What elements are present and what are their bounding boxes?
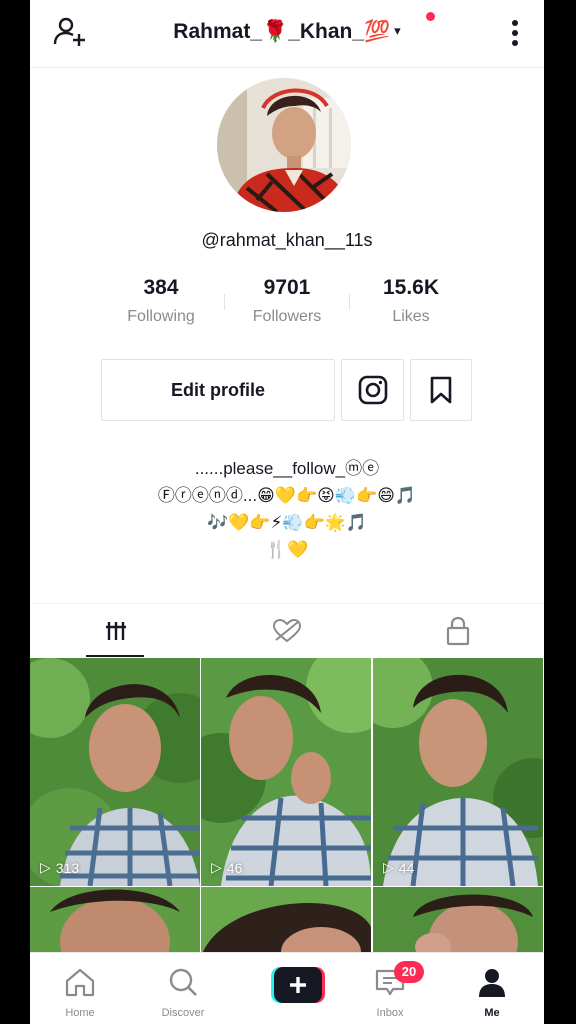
view-count: ▷ 313 bbox=[40, 859, 79, 876]
grid-icon bbox=[105, 622, 126, 640]
bottom-nav: Home Discover 20 Inbox Me bbox=[30, 952, 544, 1024]
tab-liked[interactable] bbox=[201, 604, 372, 658]
play-icon: ▷ bbox=[211, 859, 222, 875]
notification-dot bbox=[426, 12, 435, 21]
video-thumbnail[interactable]: ▷ 313 bbox=[30, 658, 200, 886]
view-count-value: 44 bbox=[398, 859, 415, 876]
nav-discover[interactable]: Discover bbox=[133, 953, 233, 1024]
lock-icon bbox=[446, 616, 469, 646]
liked-hidden-icon bbox=[272, 618, 301, 643]
active-tab-indicator bbox=[86, 655, 144, 657]
tab-private[interactable] bbox=[372, 604, 543, 658]
username-title[interactable]: Rahmat_🌹_Khan_💯 ▾ bbox=[30, 20, 544, 44]
bio-line: ......please__follow_ⓜⓔ bbox=[194, 459, 380, 478]
search-icon bbox=[169, 968, 197, 996]
stat-likes[interactable]: 15.6K Likes bbox=[351, 276, 471, 326]
video-thumbnail[interactable] bbox=[373, 887, 543, 957]
nav-inbox[interactable]: 20 Inbox bbox=[340, 953, 440, 1024]
play-icon: ▷ bbox=[40, 859, 51, 875]
bio-line: 🎶💛👉⚡💨👉🌟🎵 bbox=[206, 513, 368, 532]
view-count-value: 313 bbox=[55, 859, 80, 876]
stat-divider bbox=[224, 294, 225, 310]
content-tabs bbox=[30, 603, 544, 657]
nav-me-label: Me bbox=[484, 1007, 500, 1019]
profile-icon bbox=[479, 969, 505, 997]
nav-home[interactable]: Home bbox=[30, 953, 130, 1024]
stat-following[interactable]: 384 Following bbox=[101, 276, 221, 326]
more-vertical-icon[interactable] bbox=[508, 16, 522, 50]
stats-row: 384 Following 9701 Followers 15.6K Likes bbox=[90, 276, 470, 336]
tab-videos[interactable] bbox=[30, 604, 201, 658]
play-icon: ▷ bbox=[383, 859, 394, 875]
profile-handle: @rahmat_khan__11s bbox=[201, 230, 373, 250]
view-count: ▷ 44 bbox=[383, 859, 414, 876]
bio-line: Ⓕⓡⓔⓝⓓ...😁💛👉😝💨👉😄🎵 bbox=[157, 486, 417, 505]
video-thumbnail[interactable] bbox=[30, 887, 200, 957]
inbox-badge: 20 bbox=[394, 961, 424, 983]
stat-value: 9701 bbox=[263, 276, 311, 299]
stat-label: Likes bbox=[392, 308, 430, 325]
home-icon bbox=[65, 968, 95, 997]
nav-discover-label: Discover bbox=[161, 1007, 205, 1019]
bio-line: 🍴💛 bbox=[265, 540, 309, 559]
avatar[interactable] bbox=[217, 78, 351, 212]
instagram-icon bbox=[358, 375, 387, 405]
chevron-down-icon: ▾ bbox=[394, 23, 401, 38]
view-count-value: 46 bbox=[226, 859, 243, 876]
instagram-button[interactable] bbox=[341, 359, 404, 421]
video-thumbnail[interactable]: ▷ 44 bbox=[373, 658, 543, 886]
view-count: ▷ 46 bbox=[211, 859, 242, 876]
create-button[interactable] bbox=[237, 953, 337, 1024]
nav-home-label: Home bbox=[65, 1007, 95, 1019]
video-thumbnail[interactable] bbox=[201, 887, 371, 957]
nav-me[interactable]: Me bbox=[442, 953, 542, 1024]
stat-label: Followers bbox=[252, 308, 322, 325]
profile-screen: Rahmat_🌹_Khan_💯 ▾ @rahmat_khan__11s 384 … bbox=[30, 0, 544, 1024]
stat-label: Following bbox=[127, 308, 195, 325]
plus-icon bbox=[271, 967, 325, 1003]
nav-inbox-label: Inbox bbox=[376, 1007, 404, 1019]
video-thumbnail[interactable]: ▷ 46 bbox=[201, 658, 371, 886]
profile-bio: ......please__follow_ⓜⓔ Ⓕⓡⓔⓝⓓ...😁💛👉😝💨👉😄🎵… bbox=[70, 455, 504, 563]
username-title-text: Rahmat_🌹_Khan_💯 bbox=[173, 20, 391, 43]
stat-value: 15.6K bbox=[382, 276, 440, 299]
stat-divider bbox=[349, 294, 350, 310]
edit-profile-button[interactable]: Edit profile bbox=[101, 359, 335, 421]
stat-followers[interactable]: 9701 Followers bbox=[227, 276, 347, 326]
bookmark-icon bbox=[430, 376, 452, 404]
top-bar: Rahmat_🌹_Khan_💯 ▾ bbox=[30, 0, 544, 68]
favorites-button[interactable] bbox=[410, 359, 472, 421]
stat-value: 384 bbox=[143, 276, 179, 299]
